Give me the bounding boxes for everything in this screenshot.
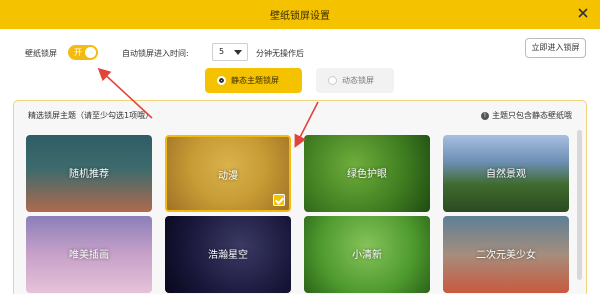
theme-tile-anime[interactable]: 动漫 bbox=[165, 135, 291, 212]
panel-scrollbar[interactable] bbox=[577, 130, 582, 280]
theme-tile-nature[interactable]: 自然景观 bbox=[443, 135, 569, 212]
tile-label: 自然景观 bbox=[486, 169, 526, 180]
tile-label: 随机推荐 bbox=[69, 169, 109, 180]
panel-hint-text: 主题只包含静态壁纸哦 bbox=[492, 111, 572, 120]
tile-label: 唯美插画 bbox=[69, 250, 109, 261]
tile-label: 浩瀚星空 bbox=[208, 250, 248, 261]
tile-label: 小清新 bbox=[352, 250, 382, 261]
theme-tile-green[interactable]: 绿色护眼 bbox=[304, 135, 430, 212]
lock-screen-label: 壁纸锁屏 bbox=[25, 49, 57, 58]
chevron-down-icon bbox=[234, 50, 242, 55]
checkbox-checked-icon[interactable] bbox=[273, 194, 285, 206]
mode-dynamic[interactable]: 动态锁屏 bbox=[316, 68, 394, 93]
window-title: 壁纸锁屏设置 bbox=[270, 11, 330, 22]
toggle-state-text: 开 bbox=[74, 48, 82, 57]
theme-tile-fresh[interactable]: 小清新 bbox=[304, 216, 430, 293]
auto-lock-suffix: 分钟无操作后 bbox=[256, 49, 304, 58]
close-icon[interactable] bbox=[576, 6, 590, 20]
auto-lock-minutes-value: 5 bbox=[219, 47, 225, 56]
tile-label: 动漫 bbox=[218, 171, 238, 182]
tile-label: 绿色护眼 bbox=[347, 169, 387, 180]
theme-tile-illustration[interactable]: 唯美插画 bbox=[26, 216, 152, 293]
mode-static-theme[interactable]: 静态主题锁屏 bbox=[205, 68, 302, 93]
tile-label: 二次元美少女 bbox=[476, 250, 536, 261]
theme-tile-random[interactable]: 随机推荐 bbox=[26, 135, 152, 212]
mode-dynamic-label: 动态锁屏 bbox=[342, 76, 374, 85]
panel-title: 精选锁屏主题（请至少勾选1项哦） bbox=[28, 111, 154, 120]
toggle-knob bbox=[85, 47, 96, 58]
auto-lock-minutes-select[interactable]: 5 bbox=[212, 43, 248, 61]
lock-screen-toggle[interactable]: 开 bbox=[68, 45, 98, 60]
info-icon: ! bbox=[481, 111, 489, 120]
theme-tile-starry-sky[interactable]: 浩瀚星空 bbox=[165, 216, 291, 293]
panel-hint: ! 主题只包含静态壁纸哦 bbox=[481, 110, 572, 121]
mode-static-label: 静态主题锁屏 bbox=[231, 76, 279, 85]
auto-lock-label: 自动锁屏进入时间: bbox=[122, 49, 189, 58]
title-bar: 壁纸锁屏设置 bbox=[0, 0, 600, 29]
theme-tile-anime-girl[interactable]: 二次元美少女 bbox=[443, 216, 569, 293]
radio-selected-icon bbox=[217, 76, 226, 85]
enter-lock-now-button[interactable]: 立即进入锁屏 bbox=[525, 38, 586, 58]
radio-unselected-icon bbox=[328, 76, 337, 85]
